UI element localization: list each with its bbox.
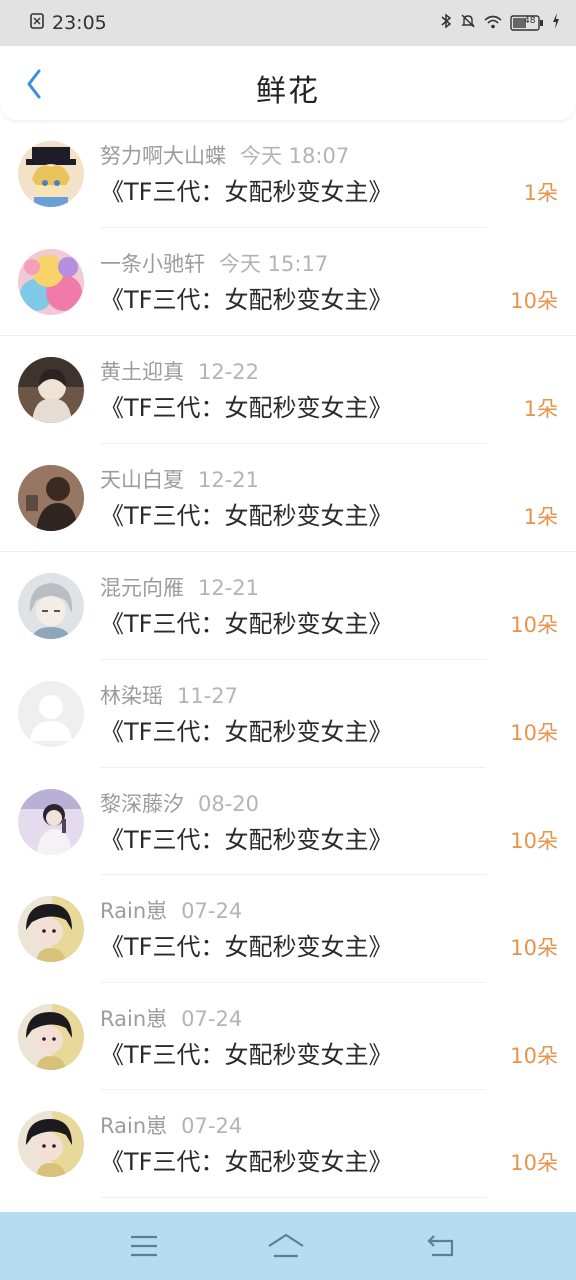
avatar [18,464,84,531]
flower-record-list: 努力啊大山蝶 今天 18:07 《TF三代：女配秒变女主》 1朵 一条小驰轩 今天 … [0,120,576,1198]
user-name[interactable]: Rain崽 [100,1007,167,1031]
avatar [18,573,84,640]
battery-icon: 48 [510,15,544,31]
book-title[interactable]: 《TF三代：女配秒变女主》 [100,1035,392,1070]
list-item[interactable]: 一条小驰轩 今天 15:17 《TF三代：女配秒变女主》 10朵 [0,228,576,337]
list-item[interactable]: 天山白夏 12-21 《TF三代：女配秒变女主》 1朵 [0,444,576,553]
flower-count: 10朵 [510,1151,558,1176]
book-title[interactable]: 《TF三代：女配秒变女主》 [100,604,392,639]
book-title[interactable]: 《TF三代：女配秒变女主》 [100,820,392,855]
flower-count: 10朵 [510,288,558,313]
flower-count: 10朵 [510,613,558,638]
book-title[interactable]: 《TF三代：女配秒变女主》 [100,712,392,747]
user-name[interactable]: 一条小驰轩 [100,252,205,276]
mute-bell-icon [460,13,476,33]
timestamp: 12-21 [198,467,260,492]
list-item[interactable]: Rain崽 07-24 《TF三代：女配秒变女主》 10朵 [0,1090,576,1198]
book-title[interactable]: 《TF三代：女配秒变女主》 [100,280,392,315]
avatar [18,680,84,747]
flower-count: 1朵 [523,504,558,529]
page-title: 鲜花 [256,74,320,109]
avatar [18,357,84,424]
user-name[interactable]: 努力啊大山蝶 [100,144,226,168]
status-bar: 23:05 48 [0,0,576,46]
avatar [18,1003,84,1070]
avatar [18,788,84,855]
flower-count: 10朵 [510,720,558,745]
timestamp: 11-27 [177,683,239,708]
user-name[interactable]: 黄土迎真 [100,360,184,384]
timestamp: 07-24 [181,899,243,924]
list-item[interactable]: Rain崽 07-24 《TF三代：女配秒变女主》 10朵 [0,983,576,1091]
timestamp: 12-21 [198,576,260,601]
bluetooth-icon [440,13,452,33]
flower-count: 10朵 [510,828,558,853]
charging-icon [552,13,560,33]
list-item[interactable]: 努力啊大山蝶 今天 18:07 《TF三代：女配秒变女主》 1朵 [0,120,576,228]
book-title[interactable]: 《TF三代：女配秒变女主》 [100,927,392,962]
battery-level: 48 [524,16,536,26]
list-item[interactable]: 林染瑶 11-27 《TF三代：女配秒变女主》 10朵 [0,660,576,768]
user-name[interactable]: 林染瑶 [100,684,163,708]
book-title[interactable]: 《TF三代：女配秒变女主》 [100,1142,392,1177]
screenshot-icon [30,12,44,34]
flower-count: 10朵 [510,936,558,961]
avatar [18,1111,84,1178]
list-item[interactable]: Rain崽 07-24 《TF三代：女配秒变女主》 10朵 [0,875,576,983]
back-icon [427,1235,454,1257]
timestamp: 今天 18:07 [240,144,350,168]
timestamp: 今天 15:17 [219,251,329,276]
status-time: 23:05 [52,12,107,34]
flower-count: 10朵 [510,1043,558,1068]
timestamp: 08-20 [198,791,260,816]
book-title[interactable]: 《TF三代：女配秒变女主》 [100,496,392,531]
user-name[interactable]: 黎深藤汐 [100,792,184,816]
user-name[interactable]: Rain崽 [100,899,167,923]
flower-count: 1朵 [523,181,558,205]
system-nav-bar [0,1212,576,1280]
timestamp: 12-22 [198,360,260,385]
home-icon [268,1233,304,1258]
home-button[interactable] [266,1230,306,1262]
back-nav-button[interactable] [420,1230,460,1262]
timestamp: 07-24 [181,1006,243,1031]
user-name[interactable]: 混元向雁 [100,576,184,600]
menu-icon [131,1235,157,1257]
list-item[interactable]: 混元向雁 12-21 《TF三代：女配秒变女主》 10朵 [0,552,576,660]
user-name[interactable]: 天山白夏 [100,468,184,492]
flower-count: 1朵 [523,397,558,422]
wifi-icon [484,14,502,33]
list-item[interactable]: 黎深藤汐 08-20 《TF三代：女配秒变女主》 10朵 [0,768,576,876]
book-title[interactable]: 《TF三代：女配秒变女主》 [100,388,392,423]
header: 鲜花 [0,46,576,120]
list-item[interactable]: 黄土迎真 12-22 《TF三代：女配秒变女主》 1朵 [0,336,576,444]
avatar [18,896,84,963]
user-name[interactable]: Rain崽 [100,1114,167,1138]
book-title[interactable]: 《TF三代：女配秒变女主》 [100,172,392,207]
avatar [18,141,84,207]
timestamp: 07-24 [181,1114,243,1139]
avatar [18,248,84,315]
menu-button[interactable] [124,1230,164,1262]
